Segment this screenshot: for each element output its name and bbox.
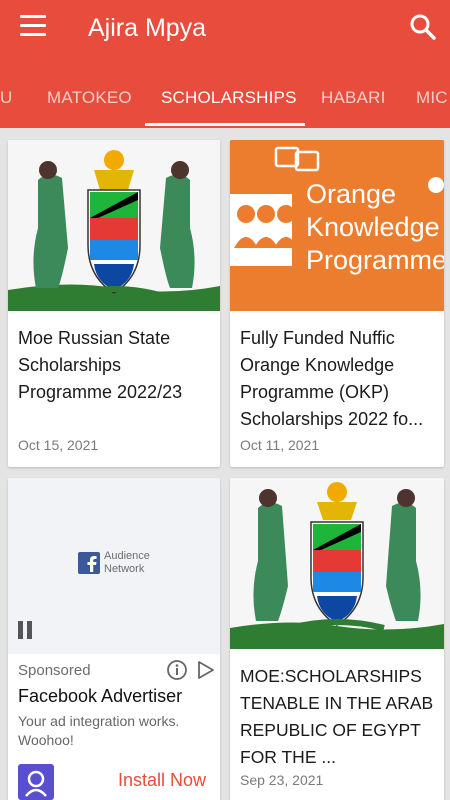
post-card[interactable]: Moe Russian State Scholarships Programme… — [8, 140, 220, 467]
menu-icon[interactable] — [20, 15, 46, 37]
ad-choices-icon[interactable] — [194, 659, 216, 681]
coat-of-arms-image — [230, 478, 444, 649]
tab-scholarships[interactable]: SCHOLARSHIPS — [161, 88, 297, 108]
post-date: Oct 15, 2021 — [18, 437, 99, 453]
ad-body: Your ad integration works. Woohoo! — [18, 713, 180, 748]
coat-of-arms-image — [8, 140, 220, 311]
app-bar: Ajira Mpya U MATOKEO SCHOLARSHIPS HABARI… — [0, 0, 450, 128]
toolbar: Ajira Mpya — [0, 0, 450, 56]
banner-text-knowledge: Knowledge — [306, 212, 440, 242]
post-title: Fully Funded Nuffic Orange Knowledge Pro… — [240, 328, 424, 429]
advertiser-logo — [18, 764, 54, 800]
ad-media[interactable]: Audience Network — [8, 478, 220, 654]
install-now-button[interactable]: Install Now — [118, 770, 206, 791]
post-date: Oct 11, 2021 — [240, 437, 320, 453]
post-card[interactable]: MOE:SCHOLARSHIPS TENABLE IN THE ARAB REP… — [230, 478, 444, 800]
tab-mic[interactable]: MIC — [416, 88, 448, 108]
banner-text-programme: Programme — [306, 245, 444, 275]
active-tab-indicator — [145, 123, 305, 126]
category-tabs: U MATOKEO SCHOLARSHIPS HABARI MIC — [0, 72, 450, 128]
post-card[interactable]: Orange Knowledge Programme Fully Funded … — [230, 140, 444, 467]
ad-title: Facebook Advertiser — [18, 686, 183, 706]
tab-u[interactable]: U — [0, 88, 12, 108]
pause-icon[interactable] — [18, 621, 34, 639]
sponsored-ad-card[interactable]: Audience Network Sponsored Facebook Adve… — [8, 478, 220, 800]
info-icon[interactable] — [166, 659, 188, 681]
post-title: Moe Russian State Scholarships Programme… — [18, 328, 183, 402]
tab-matokeo[interactable]: MATOKEO — [47, 88, 132, 108]
search-icon[interactable] — [408, 12, 438, 42]
post-title: MOE:SCHOLARSHIPS TENABLE IN THE ARAB REP… — [240, 666, 434, 767]
tab-habari[interactable]: HABARI — [321, 88, 386, 108]
audience-network-label: Audience Network — [104, 550, 150, 575]
orange-knowledge-banner-image: Orange Knowledge Programme — [230, 140, 444, 311]
app-title: Ajira Mpya — [88, 14, 207, 42]
post-date: Sep 23, 2021 — [240, 772, 324, 788]
banner-text-orange: Orange — [306, 179, 396, 209]
facebook-logo-icon — [78, 552, 100, 579]
sponsored-label: Sponsored — [18, 662, 91, 679]
